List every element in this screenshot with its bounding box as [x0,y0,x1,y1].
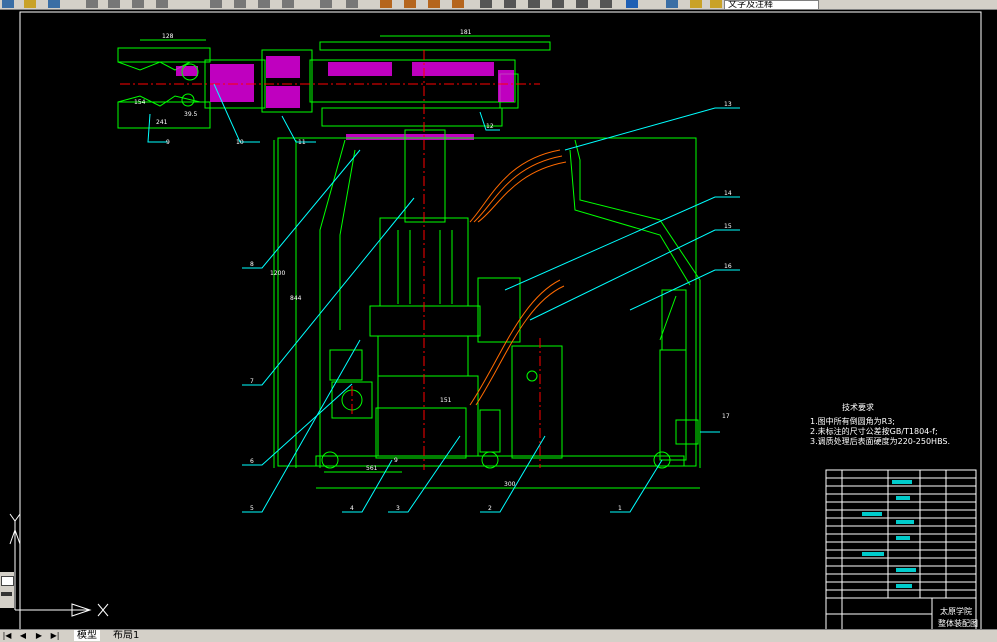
dim-left-c: 39.5 [184,111,198,118]
layer-freeze-icon[interactable] [710,0,722,8]
save-icon[interactable] [48,0,60,8]
dim-top-a: 128 [162,33,174,40]
undo-icon[interactable] [320,0,332,8]
gripper-arm [117,41,551,129]
wheels [321,370,671,469]
tech-req-line-3: 3.调质处理后表面硬度为220-250HBS. [810,436,950,446]
print-icon[interactable] [86,0,98,8]
dim-top-b: 181 [460,29,472,36]
dim-side: 1200 [270,270,285,277]
help-icon[interactable] [626,0,638,8]
zoom-previous-icon[interactable] [452,0,464,8]
machine-frame [277,129,701,468]
new-icon[interactable] [2,0,14,8]
zoom-realtime-icon[interactable] [404,0,416,8]
callout-17: 17 [722,413,730,420]
first-tab-icon[interactable]: |◀ [2,631,12,641]
centerlines [120,50,541,470]
last-tab-icon[interactable]: ▶| [50,631,60,641]
pan-icon[interactable] [380,0,392,8]
publish-icon[interactable] [156,0,168,8]
side-panel-strip [1,592,12,596]
plot-icon[interactable] [132,0,144,8]
dim-bot-a: 300 [504,481,516,488]
callout-6: 6 [250,458,254,465]
callout-9: 9 [166,139,170,146]
callout-4: 4 [350,505,354,512]
copy-icon[interactable] [234,0,246,8]
layout-tabs: |◀ ◀ ▶ ▶| 模型 布局1 [0,629,997,642]
preview-icon[interactable] [108,0,120,8]
callout-3: 3 [396,505,400,512]
dim-bot-b: 561 [366,465,378,472]
tab-model[interactable]: 模型 [74,630,100,641]
title-block-school: 太原学院 [940,606,972,616]
callout-11: 11 [298,139,306,146]
dim-height: 844 [290,295,302,302]
next-tab-icon[interactable]: ▶ [34,631,44,641]
tool-palettes-icon[interactable] [528,0,540,8]
markup-icon[interactable] [576,0,588,8]
calculator-icon[interactable] [600,0,612,8]
dim-mid: 151 [440,397,452,404]
title-block-drawing-name: 整体装配图 [938,618,978,628]
leader-lines [147,83,740,513]
side-panel-icon [1,576,14,586]
layer-icon[interactable] [666,0,678,8]
callout-14: 14 [724,190,732,197]
callout-8: 8 [250,261,254,268]
cut-icon[interactable] [210,0,222,8]
callout-7: 7 [250,378,254,385]
design-center-icon[interactable] [504,0,516,8]
tech-req-title: 技术要求 [842,402,874,412]
callout-10: 10 [236,139,244,146]
redo-icon[interactable] [346,0,358,8]
callout-1: 1 [618,505,622,512]
tech-req-line-2: 2.未标注的尺寸公差按GB/T1804-f; [810,426,938,436]
tech-req-line-1: 1.图中所有倒圆角为R3; [810,416,895,426]
callout-12: 12 [486,123,494,130]
callout-2: 2 [488,505,492,512]
callout-13: 13 [724,101,732,108]
title-block [825,469,977,629]
properties-icon[interactable] [480,0,492,8]
callout-15: 15 [724,223,732,230]
zoom-window-icon[interactable] [428,0,440,8]
dim-left-a: 154 [134,99,146,106]
cylinder-rods [397,230,453,304]
side-lever [659,289,699,461]
side-panel[interactable] [0,572,14,608]
tab-layout1[interactable]: 布局1 [110,630,142,641]
ucs-icon [9,513,109,617]
dimension-lines [140,35,700,489]
open-icon[interactable] [24,0,36,8]
paste-icon[interactable] [258,0,270,8]
dim-bot-c: 9 [394,457,398,464]
match-properties-icon[interactable] [282,0,294,8]
hatched-sections [176,56,514,140]
dim-left-b: 241 [156,119,168,126]
prev-tab-icon[interactable]: ◀ [18,631,28,641]
layer-state-icon[interactable] [690,0,702,8]
callout-16: 16 [724,263,732,270]
callout-5: 5 [250,505,254,512]
sheet-set-icon[interactable] [552,0,564,8]
drawing-canvas[interactable]: 128 181 154 241 39.5 151 300 561 9 844 1… [0,9,997,629]
